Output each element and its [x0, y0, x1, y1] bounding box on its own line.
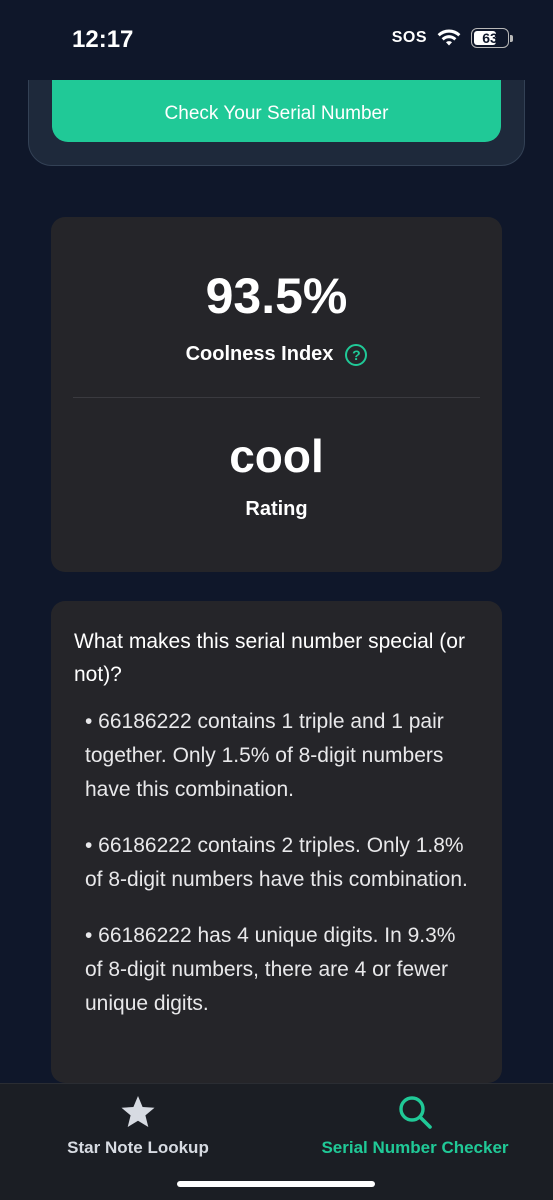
coolness-value: 93.5% — [205, 268, 348, 324]
fact-item: • 66186222 contains 2 triples. Only 1.8%… — [85, 834, 468, 891]
details-card: What makes this serial number special (o… — [51, 601, 502, 1083]
tab-label: Serial Number Checker — [321, 1138, 509, 1157]
score-card: 93.5% Coolness Index ? cool Rating — [51, 217, 502, 572]
search-icon — [397, 1094, 433, 1130]
help-icon[interactable]: ? — [345, 343, 368, 366]
tab-label: Star Note Lookup — [67, 1138, 209, 1157]
status-icons: SOS 63 — [391, 28, 513, 48]
sos-indicator: SOS — [391, 29, 427, 46]
star-icon — [120, 1094, 156, 1130]
battery-level: 63 — [482, 30, 498, 46]
battery-icon: 63 — [471, 28, 513, 48]
tab-serial-number-checker[interactable]: Serial Number Checker — [277, 1084, 553, 1174]
status-bar: 12:17 SOS 63 — [0, 0, 553, 80]
home-indicator[interactable] — [177, 1181, 375, 1187]
rating-label: Rating — [245, 498, 308, 520]
tab-star-note-lookup[interactable]: Star Note Lookup — [0, 1084, 276, 1174]
coolness-label-row: Coolness Index ? — [51, 343, 502, 366]
card-divider — [73, 397, 480, 398]
status-time: 12:17 — [72, 26, 134, 53]
details-heading: What makes this serial number special (o… — [74, 630, 465, 686]
fact-item: • 66186222 contains 1 triple and 1 pair … — [85, 710, 444, 801]
wifi-icon — [437, 29, 461, 47]
rating-value: cool — [229, 430, 324, 482]
coolness-label: Coolness Index — [185, 343, 334, 365]
fact-item: • 66186222 has 4 unique digits. In 9.3% … — [85, 924, 456, 1015]
